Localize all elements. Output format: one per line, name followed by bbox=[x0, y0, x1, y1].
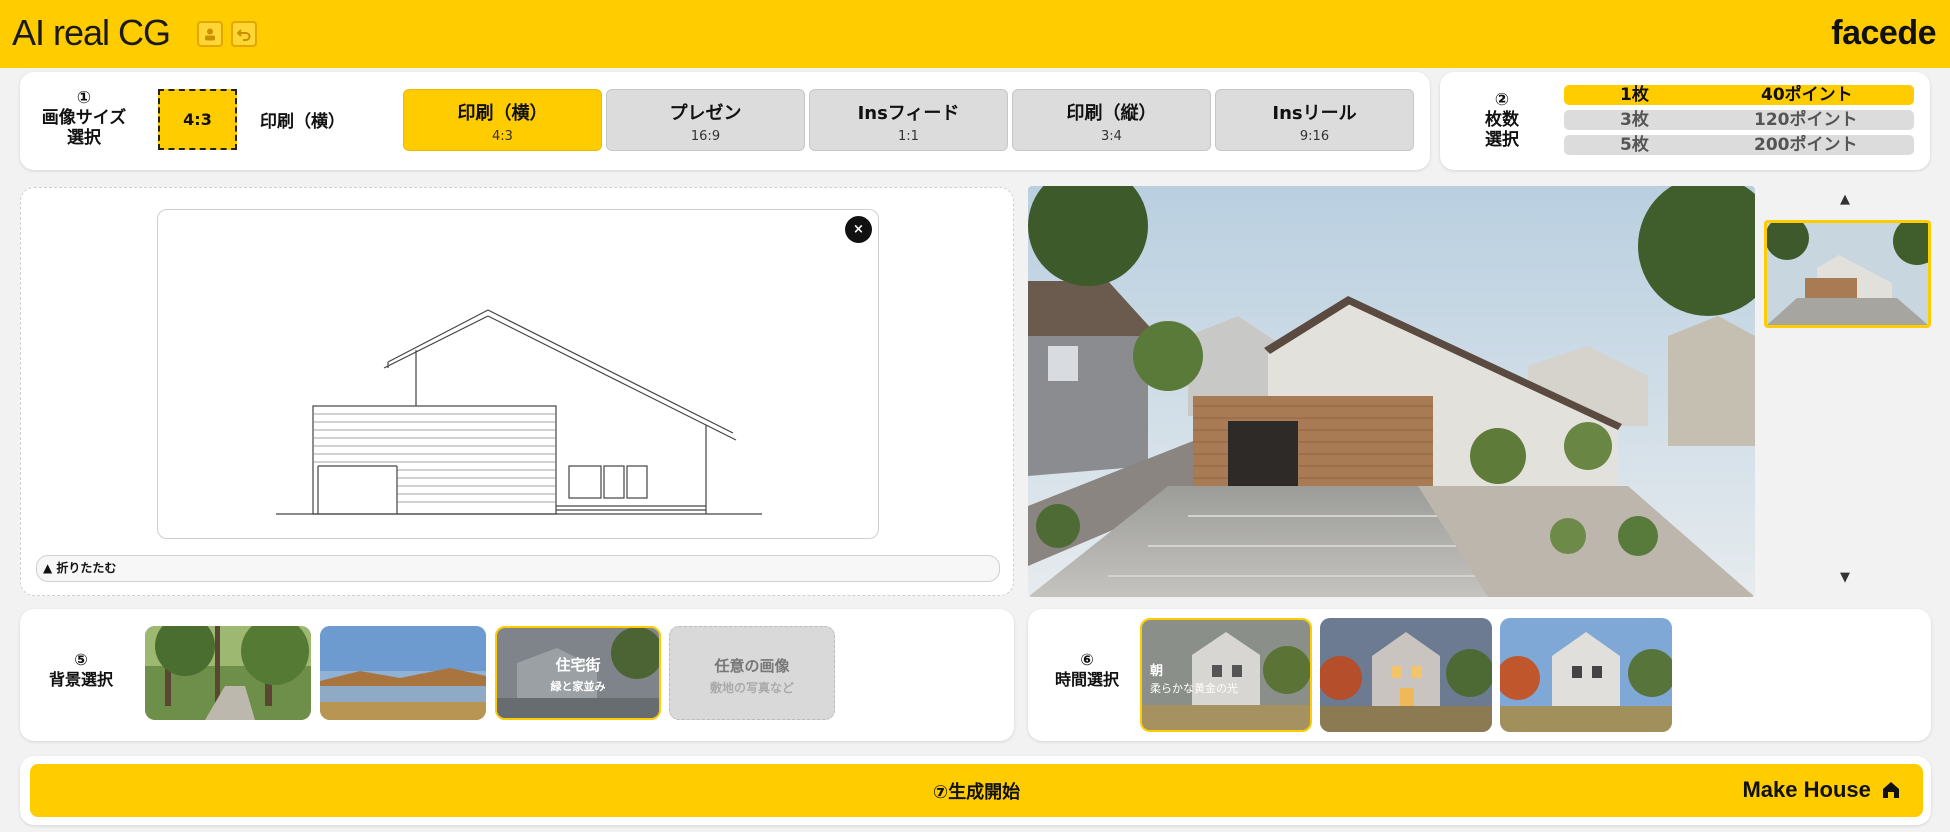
house-icon bbox=[1881, 780, 1901, 806]
background-option-forest[interactable] bbox=[145, 626, 311, 720]
user-icon[interactable] bbox=[197, 21, 223, 47]
app-header: AI real CG facede bbox=[0, 0, 1950, 68]
result-thumbnail[interactable] bbox=[1764, 220, 1931, 328]
background-option-lake[interactable] bbox=[320, 626, 486, 720]
count-option-1[interactable]: 1枚 40ポイント bbox=[1564, 85, 1914, 105]
generate-button[interactable]: ⑦生成開始 Make House bbox=[30, 764, 1923, 817]
background-option-custom[interactable]: 任意の画像 敷地の写真など bbox=[669, 626, 835, 720]
time-select-label: ⑥ 時間選択 bbox=[1054, 650, 1119, 689]
size-option-presentation[interactable]: プレゼン 16:9 bbox=[606, 89, 805, 151]
collapse-button[interactable]: ▲ 折りたたむ bbox=[36, 555, 1000, 582]
size-option-print-landscape[interactable]: 印刷（横） 4:3 bbox=[403, 89, 602, 151]
rendered-house-image bbox=[1028, 186, 1755, 597]
background-option-residential[interactable]: 住宅街 緑と家並み bbox=[495, 626, 661, 720]
count-option-3[interactable]: 3枚 120ポイント bbox=[1564, 110, 1914, 130]
current-ratio-badge: 4:3 bbox=[158, 89, 237, 150]
current-size-name: 印刷（横） bbox=[260, 112, 345, 132]
size-option-ins-feed[interactable]: Insフィード 1:1 bbox=[809, 89, 1008, 151]
size-select-label: ① 画像サイズ 選択 bbox=[41, 88, 127, 148]
count-select-label: ② 枚数 選択 bbox=[1485, 90, 1519, 150]
thumbnail-down-button[interactable]: ▼ bbox=[1840, 570, 1850, 585]
thumbnail-up-button[interactable]: ▲ bbox=[1840, 192, 1850, 207]
make-house-label: Make House bbox=[1742, 777, 1901, 806]
size-option-print-portrait[interactable]: 印刷（縦） 3:4 bbox=[1012, 89, 1211, 151]
size-option-ins-reel[interactable]: Insリール 9:16 bbox=[1215, 89, 1414, 151]
elevation-drawing bbox=[157, 209, 879, 539]
count-option-5[interactable]: 5枚 200ポイント bbox=[1564, 135, 1914, 155]
time-option-daytime[interactable] bbox=[1500, 618, 1672, 732]
facede-logo: facede bbox=[1831, 14, 1936, 52]
time-option-morning[interactable]: 朝 柔らかな黄金の光 bbox=[1140, 618, 1312, 732]
app-title: AI real CG bbox=[12, 12, 171, 53]
close-drawing-button[interactable]: × bbox=[845, 216, 872, 243]
generate-label: ⑦生成開始 bbox=[932, 782, 1021, 803]
time-option-evening[interactable] bbox=[1320, 618, 1492, 732]
background-select-label: ⑤ 背景選択 bbox=[48, 650, 113, 689]
undo-icon[interactable] bbox=[231, 21, 257, 47]
